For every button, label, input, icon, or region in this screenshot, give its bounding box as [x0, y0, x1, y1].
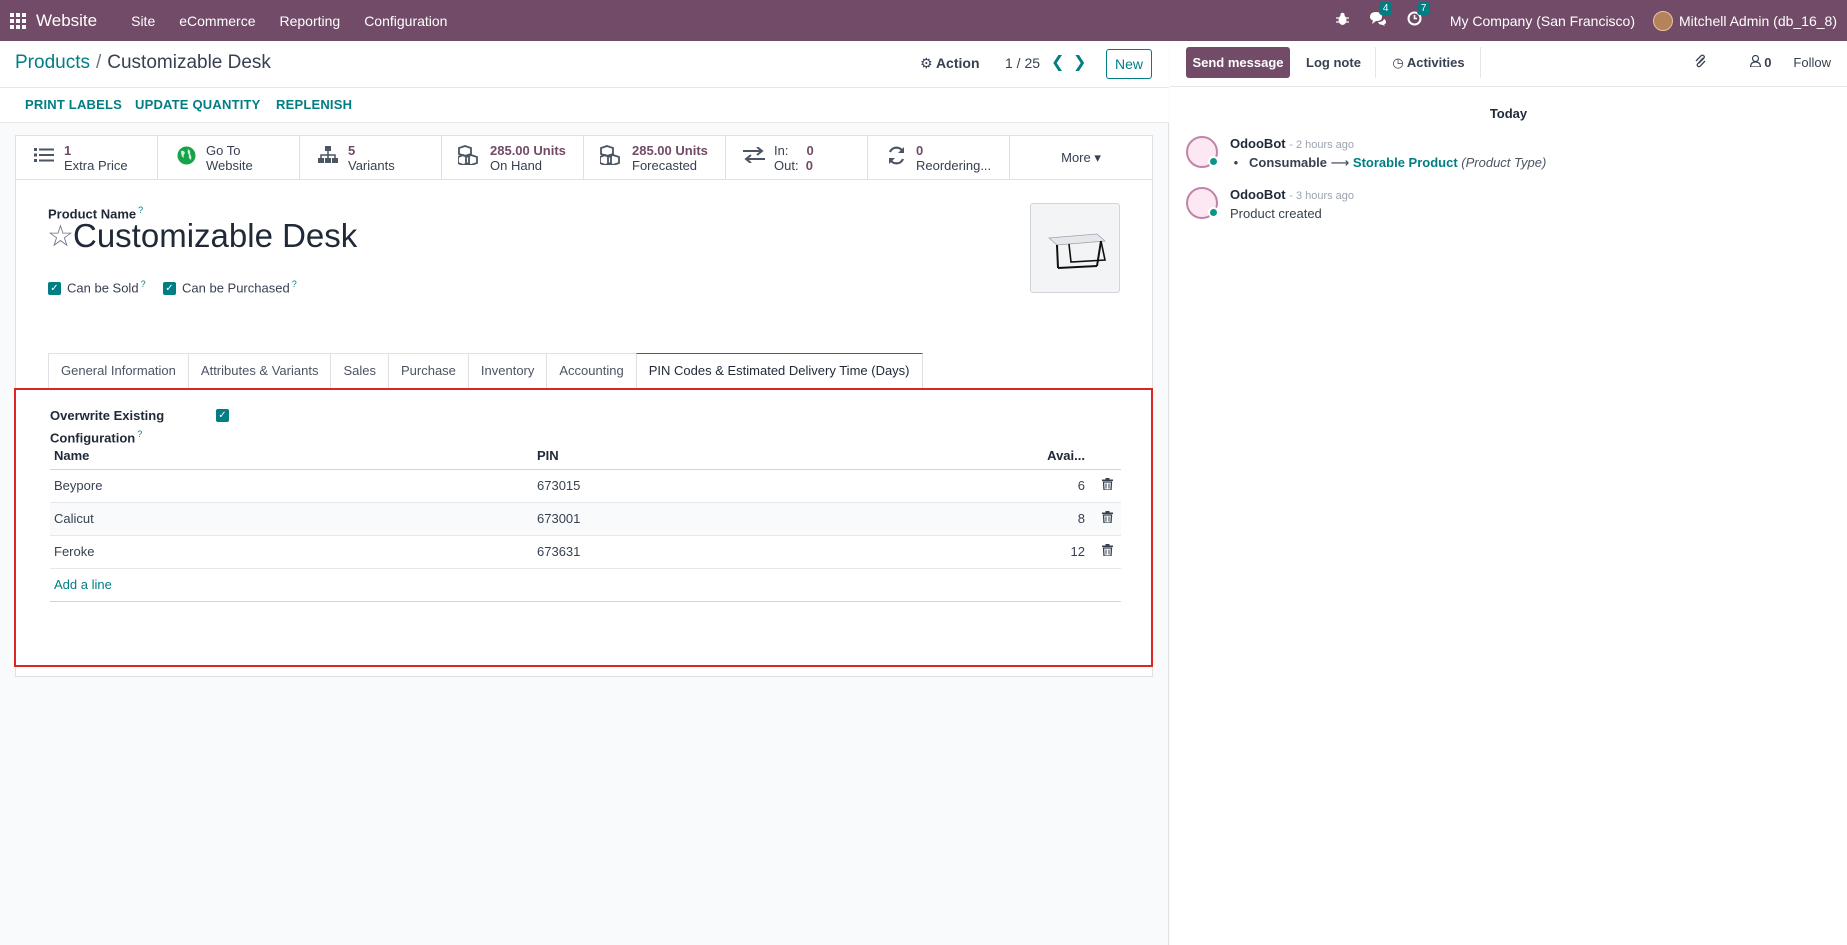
app-brand[interactable]: Website — [36, 11, 109, 31]
trash-icon[interactable] — [1102, 478, 1113, 493]
tab-accounting[interactable]: Accounting — [546, 353, 637, 388]
on-hand-button[interactable]: 285.00 Units On Hand — [442, 136, 584, 180]
apps-menu-icon[interactable] — [0, 0, 36, 41]
checkbox-checked-icon: ✓ — [216, 409, 229, 423]
followers-button[interactable]: 0 — [1728, 54, 1771, 70]
tab-general-information[interactable]: General Information — [48, 353, 189, 388]
trash-icon[interactable] — [1102, 544, 1113, 559]
product-image[interactable] — [1030, 203, 1120, 293]
product-name-field[interactable]: Customizable Desk — [73, 217, 357, 255]
smart-buttons: 1 Extra Price Go To Website 5 Variants 285.… — [16, 136, 1152, 180]
go-to-website-button[interactable]: Go To Website — [158, 136, 300, 180]
breadcrumb: Products / Customizable Desk — [15, 52, 271, 73]
user-name: Mitchell Admin (db_16_8) — [1679, 12, 1837, 29]
message-author: OdooBot - 3 hours ago — [1230, 187, 1355, 202]
exchange-icon — [742, 146, 766, 169]
chatter-topbar-right: 0 Follow — [1672, 54, 1831, 71]
replenish-button[interactable]: REPLENISH — [276, 97, 352, 112]
pin-codes-table: Name PIN Avai... Beypore 673015 6 Calicu… — [50, 440, 1121, 602]
table-row[interactable]: Calicut 673001 8 — [50, 503, 1121, 536]
more-button[interactable]: More ▾ — [1010, 136, 1152, 180]
odoobot-avatar[interactable] — [1186, 187, 1219, 219]
debug-bug-icon[interactable] — [1335, 12, 1349, 30]
message-body: Product created — [1230, 206, 1322, 221]
print-labels-button[interactable]: PRINT LABELS — [25, 97, 122, 112]
pager-previous-icon[interactable]: ❮ — [1051, 52, 1064, 72]
user-menu[interactable]: Mitchell Admin (db_16_8) — [1653, 10, 1837, 31]
tracking-value: • Consumable ⟶ Storable Product (Product… — [1230, 155, 1547, 170]
messages-icon[interactable]: 4 — [1369, 2, 1393, 30]
in-out-button[interactable]: In: 0 Out: 0 — [726, 136, 868, 180]
menu-item-ecommerce[interactable]: eCommerce — [167, 13, 267, 29]
table-row[interactable]: Feroke 673631 12 — [50, 536, 1121, 569]
log-note-button[interactable]: Log note — [1292, 47, 1376, 78]
globe-icon — [174, 146, 198, 171]
menu-item-configuration[interactable]: Configuration — [352, 13, 459, 29]
cubes-icon — [599, 145, 624, 171]
reordering-button[interactable]: 0 Reordering... — [868, 136, 1010, 180]
notebook-tabs: General Information Attributes & Variant… — [48, 353, 923, 388]
list-icon — [32, 147, 56, 169]
forecasted-button[interactable]: 285.00 Units Forecasted — [584, 136, 726, 180]
follow-button[interactable]: Follow — [1793, 55, 1831, 70]
tab-sales[interactable]: Sales — [330, 353, 389, 388]
new-button[interactable]: New — [1106, 49, 1152, 79]
menu-item-reporting[interactable]: Reporting — [267, 13, 352, 29]
arrow-right-icon: ⟶ — [1330, 155, 1350, 170]
user-icon — [1749, 54, 1765, 70]
column-avail[interactable]: Avai... — [1047, 448, 1085, 463]
menu-item-site[interactable]: Site — [119, 13, 167, 29]
add-line-row: Add a line — [50, 569, 1121, 602]
tab-pin-codes[interactable]: PIN Codes & Estimated Delivery Time (Day… — [635, 353, 923, 388]
trash-icon[interactable] — [1102, 511, 1113, 526]
message-author: OdooBot - 2 hours ago — [1230, 136, 1355, 151]
activities-clock-icon[interactable]: 7 — [1407, 2, 1431, 30]
chatter-panel: Send message Log note ◷ Activities 0 Fol… — [1170, 41, 1847, 945]
pager-value[interactable]: 1 / 25 — [1005, 55, 1040, 71]
breadcrumb-current: Customizable Desk — [107, 52, 271, 73]
favorite-star-icon[interactable]: ☆ — [47, 222, 74, 252]
odoobot-avatar[interactable] — [1186, 136, 1219, 168]
activities-badge: 7 — [1416, 2, 1431, 15]
tab-attributes-variants[interactable]: Attributes & Variants — [187, 353, 332, 388]
messages-badge: 4 — [1378, 2, 1393, 15]
column-pin[interactable]: PIN — [537, 448, 559, 463]
cubes-icon — [457, 145, 482, 171]
checkbox-checked-icon: ✓ — [163, 282, 176, 296]
can-be-purchased-checkbox[interactable]: ✓ Can be Purchased? — [163, 279, 297, 296]
tab-purchase[interactable]: Purchase — [387, 353, 469, 388]
send-message-button[interactable]: Send message — [1186, 47, 1290, 78]
avatar — [1653, 10, 1674, 31]
breadcrumb-products[interactable]: Products — [15, 52, 90, 73]
refresh-icon — [884, 146, 908, 171]
action-menu-button[interactable]: ⚙ Action — [920, 55, 980, 72]
pager-next-icon[interactable]: ❯ — [1073, 52, 1086, 72]
top-navbar: Website Site eCommerce Reporting Configu… — [0, 0, 1847, 41]
paperclip-icon[interactable] — [1694, 54, 1706, 71]
overwrite-config-checkbox[interactable]: ✓ — [216, 407, 229, 423]
form-action-bar: PRINT LABELS UPDATE QUANTITY REPLENISH — [0, 87, 1169, 123]
activities-button[interactable]: ◷ Activities — [1377, 47, 1481, 78]
control-panel: Products / Customizable Desk ⚙ Action 1 / … — [0, 41, 1169, 87]
extra-price-button[interactable]: 1 Extra Price — [16, 136, 158, 180]
gear-icon: ⚙ — [920, 55, 933, 71]
sitemap-icon — [316, 146, 340, 170]
main-menu: Site eCommerce Reporting Configuration — [119, 13, 459, 29]
table-row[interactable]: Beypore 673015 6 — [50, 470, 1121, 503]
update-quantity-button[interactable]: UPDATE QUANTITY — [135, 97, 261, 112]
add-line-link[interactable]: Add a line — [54, 577, 112, 592]
company-switcher[interactable]: My Company (San Francisco) — [1450, 13, 1635, 29]
date-separator: Today — [1489, 106, 1528, 121]
table-header: Name PIN Avai... — [50, 440, 1121, 470]
pin-codes-panel: Overwrite Existing Configuration? ✓ Name… — [14, 388, 1153, 667]
checkbox-checked-icon: ✓ — [48, 282, 61, 296]
tab-inventory[interactable]: Inventory — [467, 353, 548, 388]
variants-button[interactable]: 5 Variants — [300, 136, 442, 180]
can-be-sold-checkbox[interactable]: ✓ Can be Sold? — [48, 279, 146, 296]
help-tooltip[interactable]: ? — [138, 205, 143, 215]
column-name[interactable]: Name — [54, 448, 89, 463]
clock-icon: ◷ — [1392, 55, 1404, 70]
form-view: Products / Customizable Desk ⚙ Action 1 / … — [0, 41, 1169, 945]
